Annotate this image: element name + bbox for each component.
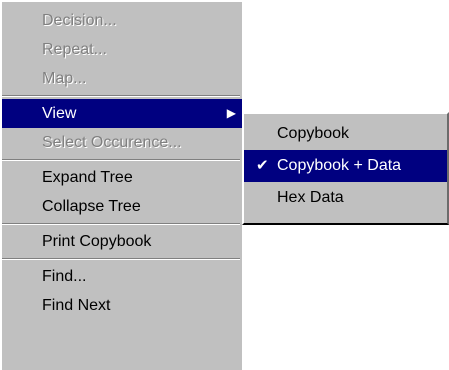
menu-item-collapse-tree[interactable]: Collapse Tree xyxy=(2,192,242,221)
menu-separator xyxy=(2,258,240,260)
menu-item-label: Map... xyxy=(42,70,87,87)
submenu-arrow-icon: ▶ xyxy=(226,106,236,120)
submenu-item-copybook-data[interactable]: ✔ Copybook + Data xyxy=(244,150,447,182)
menu-item-find-next[interactable]: Find Next xyxy=(2,291,242,320)
menu-item-expand-tree[interactable]: Expand Tree xyxy=(2,163,242,192)
view-submenu: Copybook ✔ Copybook + Data Hex Data xyxy=(242,112,449,225)
context-menu: Decision... Repeat... Map... View ▶ Sele… xyxy=(0,0,242,370)
menu-item-repeat: Repeat... xyxy=(2,35,242,64)
menu-separator xyxy=(2,223,240,225)
menu-item-print-copybook[interactable]: Print Copybook xyxy=(2,227,242,256)
menu-item-label: Hex Data xyxy=(277,189,344,206)
menu-item-select-occurence: Select Occurence... xyxy=(2,128,242,157)
submenu-item-copybook[interactable]: Copybook xyxy=(244,118,447,150)
menu-item-label: View xyxy=(42,105,77,122)
menu-item-map: Map... xyxy=(2,64,242,93)
menu-item-label: Repeat... xyxy=(42,41,107,58)
menu-item-decision: Decision... xyxy=(2,6,242,35)
menu-item-label: Find Next xyxy=(42,297,111,314)
menu-item-label: Collapse Tree xyxy=(42,198,141,215)
menu-item-label: Expand Tree xyxy=(42,169,133,186)
menu-item-label: Select Occurence... xyxy=(42,134,182,151)
menu-item-label: Print Copybook xyxy=(42,233,152,250)
menu-item-label: Find... xyxy=(42,268,87,285)
menu-item-label: Copybook xyxy=(277,125,350,142)
menu-separator xyxy=(2,95,240,97)
menu-item-view[interactable]: View ▶ xyxy=(2,99,242,128)
menu-item-label: Decision... xyxy=(42,12,117,29)
checkmark-icon: ✔ xyxy=(256,157,269,174)
menu-item-find[interactable]: Find... xyxy=(2,262,242,291)
menu-separator xyxy=(2,159,240,161)
menu-item-label: Copybook + Data xyxy=(277,157,402,174)
submenu-item-hex-data[interactable]: Hex Data xyxy=(244,182,447,214)
